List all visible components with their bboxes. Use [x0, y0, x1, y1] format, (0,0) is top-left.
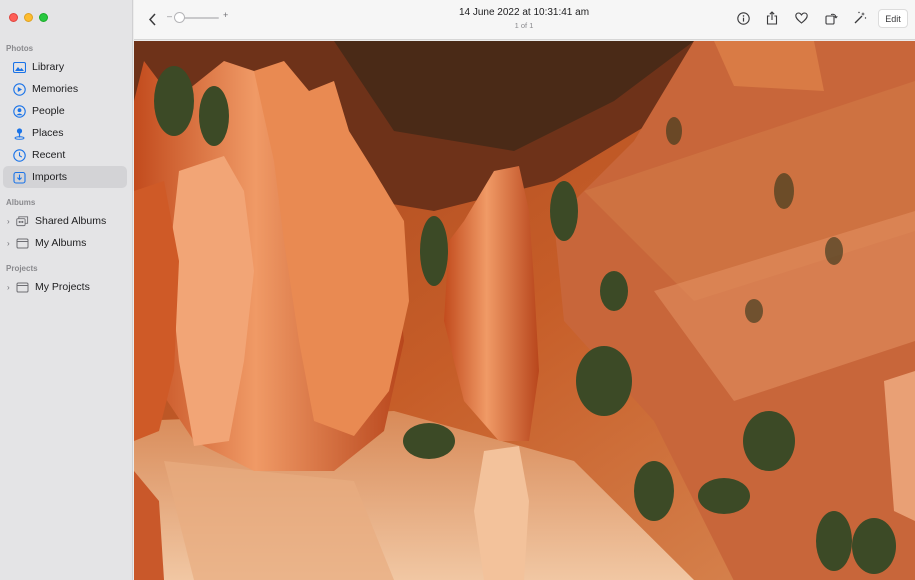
sidebar-item-memories[interactable]: Memories	[3, 78, 127, 100]
section-heading-projects: Projects	[6, 264, 38, 273]
zoom-out-label: –	[167, 11, 173, 21]
photo-viewer[interactable]	[134, 41, 915, 580]
memories-icon	[13, 82, 26, 96]
info-button[interactable]	[735, 10, 751, 26]
sidebar-item-shared-albums[interactable]: › Shared Albums	[3, 210, 127, 232]
places-pin-icon	[13, 127, 26, 140]
section-heading-photos: Photos	[6, 44, 34, 53]
photo-library-icon	[13, 61, 26, 74]
sidebar-item-label: Shared Albums	[35, 215, 107, 227]
sidebar-item-label: Imports	[32, 171, 68, 183]
sidebar-item-label: My Albums	[35, 237, 87, 249]
zoom-in-label: +	[223, 10, 229, 20]
rotate-icon	[824, 13, 838, 25]
rotate-button[interactable]	[823, 10, 839, 26]
people-icon	[13, 104, 26, 118]
photo-count: 1 of 1	[514, 21, 534, 30]
canyon-hoodoos-photo	[134, 41, 915, 580]
section-heading-albums: Albums	[6, 198, 36, 207]
zoom-slider-handle[interactable]	[174, 12, 185, 23]
photo-title: 14 June 2022 at 10:31:41 am 1 of 1	[384, 7, 664, 30]
sidebar-item-my-albums[interactable]: › My Albums	[3, 232, 127, 254]
sidebar: Photos Library Memories People Places Re…	[0, 0, 133, 580]
sidebar-item-label: Places	[32, 127, 64, 139]
toolbar: – + 14 June 2022 at 10:31:41 am 1 of 1 E…	[134, 0, 915, 40]
favorite-button[interactable]	[793, 10, 809, 26]
info-icon	[736, 11, 750, 25]
sidebar-item-label: People	[32, 105, 65, 117]
fullscreen-window-button[interactable]	[39, 13, 48, 22]
recent-clock-icon	[13, 148, 26, 162]
sidebar-item-places[interactable]: Places	[3, 122, 127, 144]
shared-albums-icon	[16, 215, 29, 228]
auto-enhance-wand-icon	[854, 11, 867, 24]
back-button[interactable]	[145, 10, 159, 28]
chevron-right-icon[interactable]: ›	[7, 283, 15, 292]
photo-date: 14 June 2022 at 10:31:41 am	[458, 7, 590, 18]
window-controls	[9, 13, 48, 22]
auto-enhance-button[interactable]	[852, 10, 868, 26]
edit-button[interactable]: Edit	[878, 9, 908, 28]
sidebar-item-my-projects[interactable]: › My Projects	[3, 276, 127, 298]
close-window-button[interactable]	[9, 13, 18, 22]
chevron-right-icon[interactable]: ›	[7, 239, 15, 248]
sidebar-item-label: Recent	[32, 149, 66, 161]
sidebar-item-imports[interactable]: Imports	[3, 166, 127, 188]
sidebar-item-label: Memories	[32, 83, 79, 95]
share-icon	[766, 11, 778, 25]
chevron-right-icon[interactable]: ›	[7, 217, 15, 226]
imports-icon	[13, 171, 26, 184]
sidebar-item-label: My Projects	[35, 281, 90, 293]
sidebar-item-people[interactable]: People	[3, 100, 127, 122]
favorite-heart-icon	[794, 12, 808, 24]
share-button[interactable]	[764, 10, 780, 26]
folder-icon	[16, 281, 29, 294]
sidebar-item-label: Library	[32, 61, 65, 73]
minimize-window-button[interactable]	[24, 13, 33, 22]
folder-icon	[16, 237, 29, 250]
sidebar-item-recent[interactable]: Recent	[3, 144, 127, 166]
chevron-left-icon	[148, 12, 156, 26]
sidebar-item-library[interactable]: Library	[3, 56, 127, 78]
